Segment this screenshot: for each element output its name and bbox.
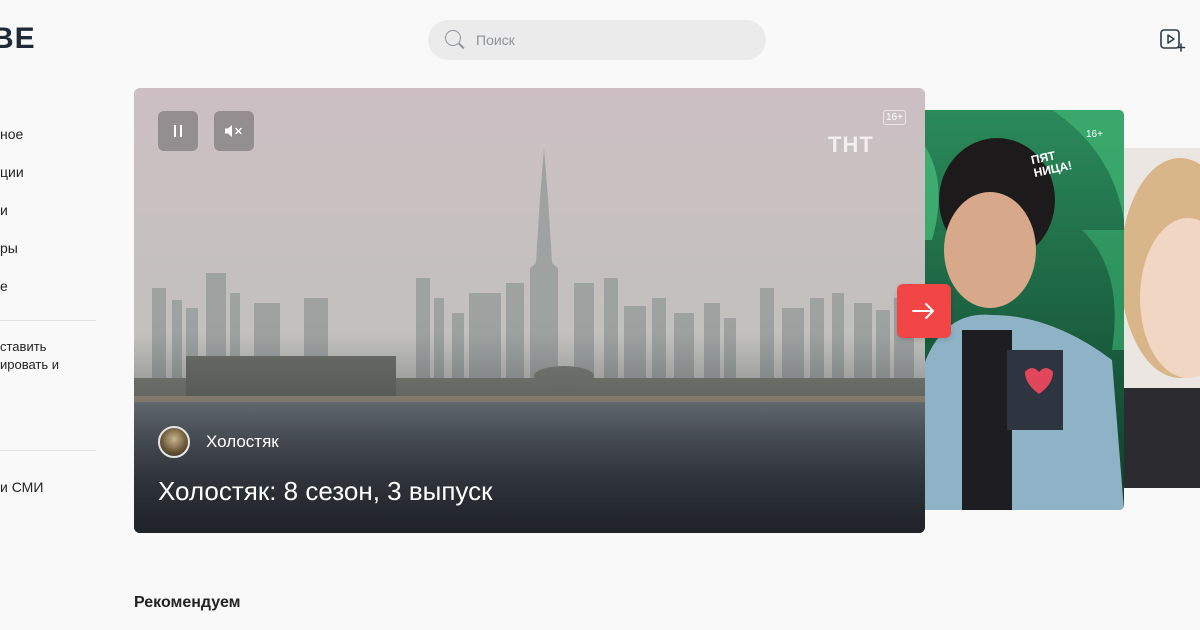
hero-age-badge: 16+	[883, 110, 906, 125]
show-avatar[interactable]	[158, 426, 190, 458]
sidebar-promo-text: ставить ировать и	[0, 339, 60, 372]
section-title-recommended: Рекомендуем	[134, 594, 241, 611]
hero-video-player[interactable]: 16+ ТНТ Холостяк Холостяк: 8 сезон, 3 вы…	[134, 88, 925, 533]
sidebar-item-4[interactable]: ры	[0, 240, 18, 256]
site-logo[interactable]: BE	[0, 22, 36, 56]
sidebar-divider	[0, 320, 96, 321]
pause-icon	[174, 125, 182, 137]
sidebar-divider-2	[0, 450, 96, 451]
search-icon	[444, 29, 466, 51]
arrow-right-icon	[912, 303, 934, 319]
next-card-age-badge: 16+	[1086, 129, 1103, 140]
sidebar-item-broadcasts[interactable]: ции	[0, 164, 24, 180]
show-name[interactable]: Холостяк	[206, 432, 279, 452]
search-bar[interactable]	[428, 20, 766, 60]
video-upload-button[interactable]	[1160, 28, 1186, 52]
sidebar-item-3[interactable]: и	[0, 202, 8, 218]
episode-title[interactable]: Холостяк: 8 сезон, 3 выпуск	[158, 476, 492, 507]
video-upload-icon	[1160, 29, 1186, 52]
carousel-next-button[interactable]	[897, 284, 951, 338]
sidebar-item-media[interactable]: и СМИ	[0, 479, 43, 495]
channel-logo: ТНТ	[828, 132, 874, 157]
search-input[interactable]	[476, 32, 736, 48]
sidebar-item-main[interactable]: ное	[0, 126, 23, 142]
sidebar-item-5[interactable]: е	[0, 278, 8, 294]
hero-show-info[interactable]: Холостяк	[158, 426, 279, 458]
mute-icon	[225, 125, 242, 137]
mute-button[interactable]	[214, 111, 254, 151]
pause-button[interactable]	[158, 111, 198, 151]
